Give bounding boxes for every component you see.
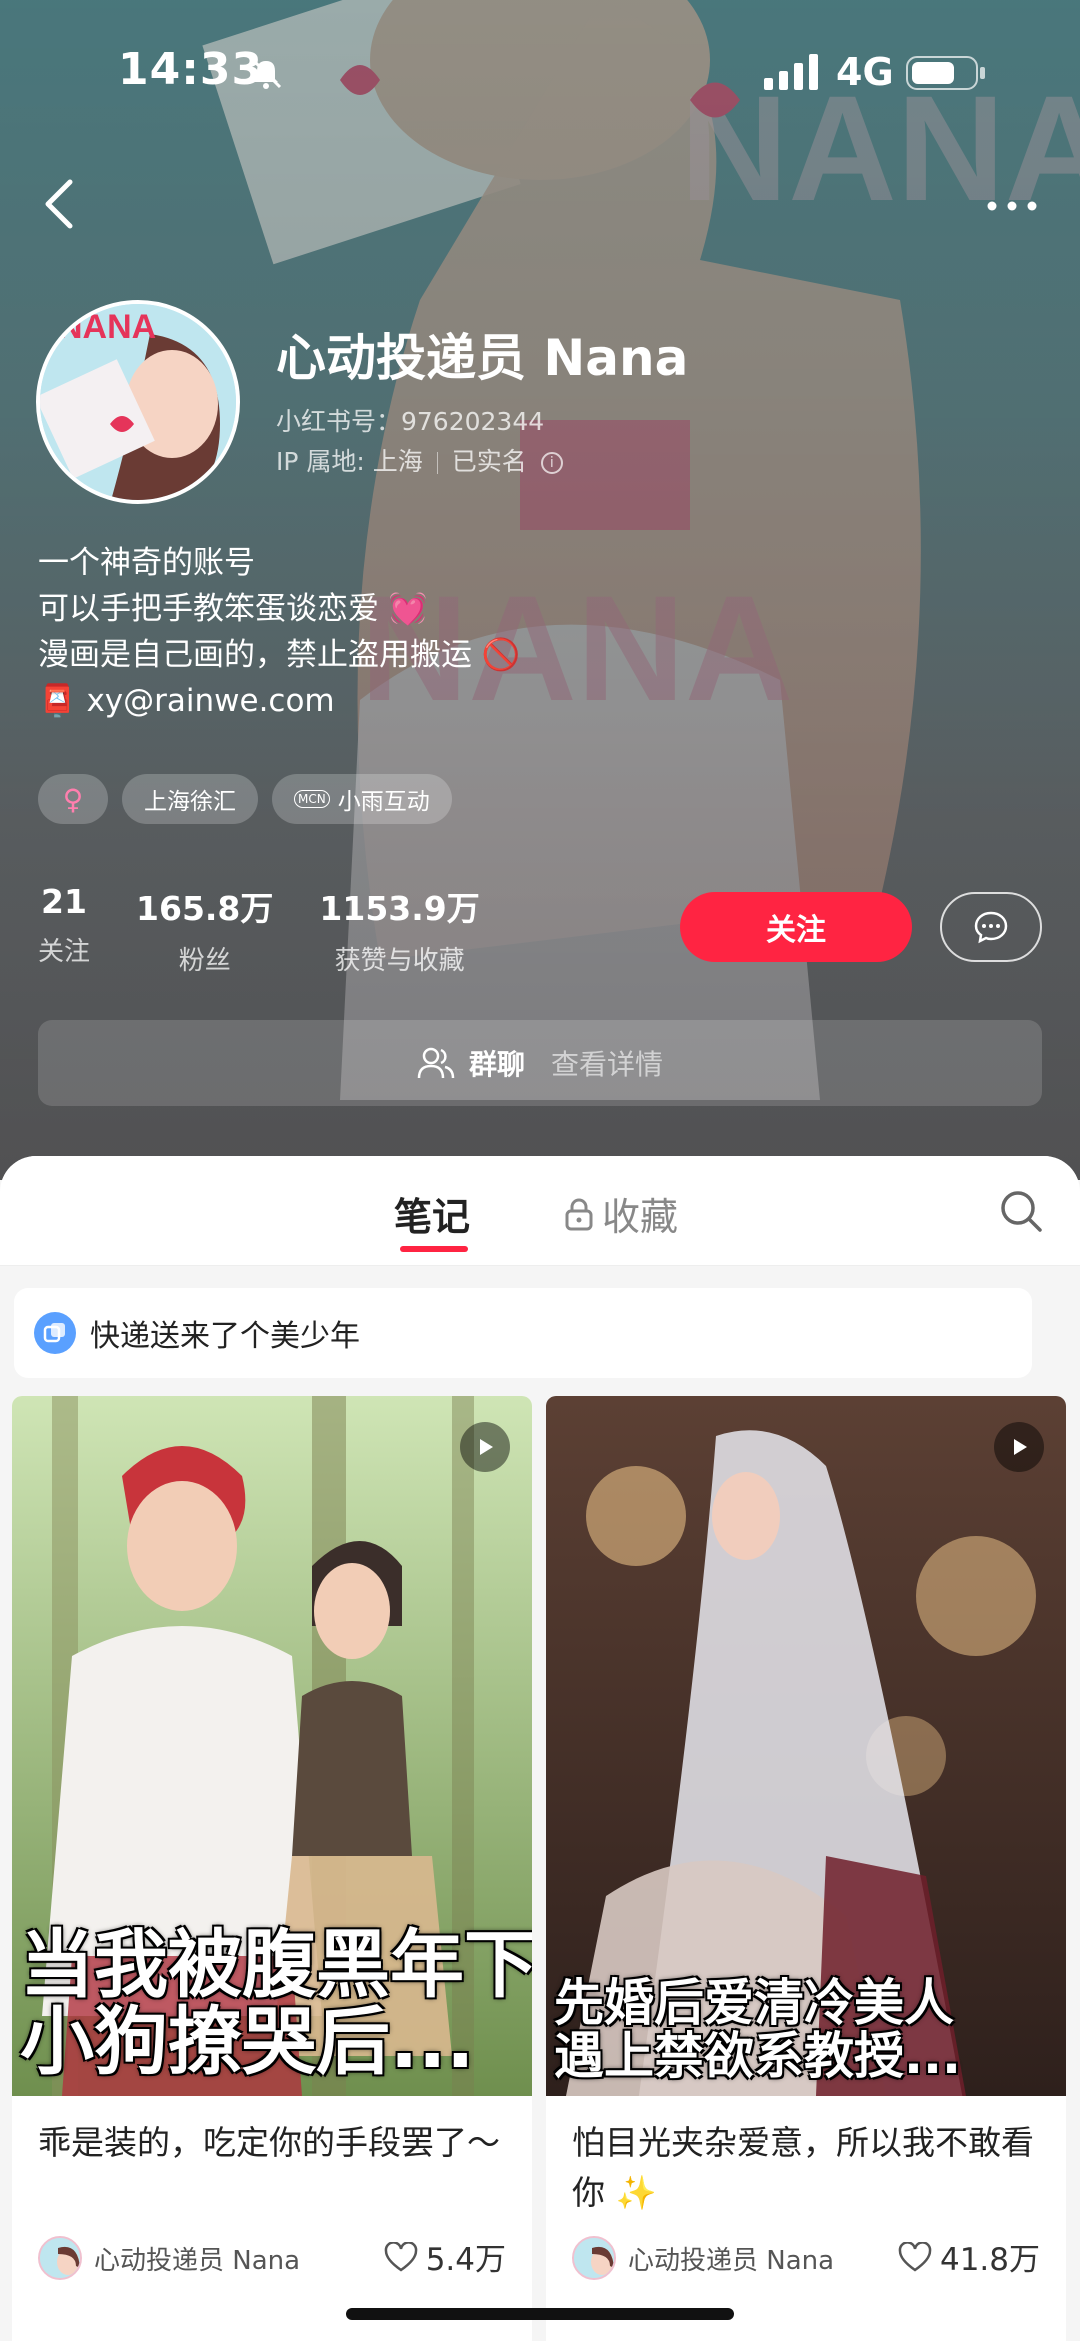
active-tab-indicator	[400, 1246, 468, 1252]
mcn-icon: MCN	[294, 790, 330, 808]
cover-caption: 当我被腹黑年下 小狗撩哭后...	[12, 1921, 532, 2096]
heart-icon	[384, 2241, 417, 2272]
avatar[interactable]: NANA	[36, 300, 240, 504]
stat-value: 21	[41, 882, 87, 921]
xhs-id: 小红书号：976202344	[276, 407, 545, 436]
group-users-icon	[417, 1047, 455, 1079]
note-title: 怕目光夹杂爱意，所以我不敢看你 ✨	[572, 2123, 1034, 2212]
profile-header: NANA NANA 14:33 4G	[0, 0, 1080, 1180]
like-count: 41.8万	[939, 2242, 1040, 2278]
group-chat-more: 查看详情	[551, 1048, 664, 1081]
stat-likes-collections[interactable]: 1153.9万 获赞与收藏	[319, 882, 479, 977]
note-card[interactable]: 先婚后爱清冷美人 遇上禁欲系教授... 怕目光夹杂爱意，所以我不敢看你 ✨ 心动…	[546, 1396, 1066, 2341]
author-avatar	[572, 2236, 616, 2280]
author-name: 心动投递员 Nana	[628, 2245, 835, 2276]
home-indicator[interactable]	[346, 2308, 734, 2320]
video-play-icon	[994, 1422, 1044, 1472]
location-tag: 上海徐汇	[122, 774, 258, 824]
author-avatar	[38, 2236, 82, 2280]
stat-value: 1153.9万	[319, 889, 480, 928]
like-button[interactable]: 41.8万	[898, 2234, 1040, 2279]
stat-label: 获赞与收藏	[334, 946, 465, 976]
location-tag-label: 上海徐汇	[144, 789, 236, 815]
search-icon[interactable]	[998, 1188, 1044, 1234]
note-author[interactable]: 心动投递员 Nana	[572, 2236, 834, 2280]
author-name: 心动投递员 Nana	[94, 2245, 301, 2276]
divider	[436, 452, 438, 474]
heart-icon	[898, 2241, 932, 2272]
avatar-art-icon: NANA	[40, 304, 236, 500]
bio-line: 一个神奇的账号	[38, 545, 255, 581]
tabs-bar: 笔记 收藏	[0, 1156, 1080, 1266]
tab-favorites[interactable]: 收藏	[564, 1186, 678, 1241]
cover-caption-line: 遇上禁欲系教授...	[554, 2026, 961, 2085]
mcn-tag-label: 小雨互动	[337, 789, 430, 815]
cover-caption-line: 先婚后爱清冷美人	[554, 1974, 954, 2032]
note-title: 乖是装的，吃定你的手段罢了～	[38, 2123, 500, 2162]
chat-bubble-icon	[974, 911, 1008, 944]
follow-button[interactable]: 关注	[680, 892, 912, 962]
notes-panel: 笔记 收藏 快递送来了个美少年 当我被腹黑年下 小狗撩哭后... 乖是装的，吃定…	[0, 1156, 1080, 2341]
tab-notes[interactable]: 笔记	[394, 1186, 471, 1252]
bio-line: 📮 xy@rainwe.com	[38, 683, 335, 719]
cover-caption: 先婚后爱清冷美人 遇上禁欲系教授...	[546, 1971, 1066, 2096]
stat-value: 165.8万	[136, 889, 274, 928]
profile-name: 心动投递员 Nana	[276, 329, 689, 387]
collection-icon	[34, 1312, 76, 1354]
more-options-icon[interactable]	[986, 198, 1038, 214]
profile-stats: 21 关注 165.8万 粉丝 1153.9万 获赞与收藏	[38, 882, 480, 977]
ip-row: IP 属地: 上海 已实名 i	[276, 442, 563, 482]
back-arrow-icon[interactable]	[40, 176, 80, 232]
stat-label: 粉丝	[178, 946, 231, 976]
cover-caption-line: 当我被腹黑年下	[20, 1921, 532, 2008]
tab-favorites-label: 收藏	[602, 1195, 679, 1239]
note-card[interactable]: 当我被腹黑年下 小狗撩哭后... 乖是装的，吃定你的手段罢了～ 心动投递员 Na…	[12, 1396, 532, 2341]
group-chat-bar[interactable]: 群聊 查看详情	[38, 1020, 1042, 1106]
note-cover[interactable]: 先婚后爱清冷美人 遇上禁欲系教授...	[546, 1396, 1066, 2096]
profile-bio: 一个神奇的账号 可以手把手教笨蛋谈恋爱 💓 漫画是自己画的，禁止盗用搬运 🚫 📮…	[38, 540, 520, 724]
stat-label: 关注	[38, 937, 91, 967]
info-icon[interactable]: i	[540, 452, 563, 474]
status-bar: 14:33 4G	[0, 0, 1080, 140]
status-time: 14:33	[118, 44, 264, 95]
profile-tags: ♀ 上海徐汇 MCN 小雨互动	[38, 774, 452, 824]
collection-title: 快递送来了个美少年	[90, 1319, 360, 1354]
note-cover[interactable]: 当我被腹黑年下 小狗撩哭后...	[12, 1396, 532, 2096]
video-play-icon	[460, 1422, 510, 1472]
like-count: 5.4万	[425, 2242, 506, 2278]
note-author[interactable]: 心动投递员 Nana	[38, 2236, 300, 2280]
muted-bell-icon	[250, 57, 282, 89]
verified-label: 已实名	[451, 447, 527, 476]
lock-icon	[565, 1198, 593, 1230]
bio-line: 漫画是自己画的，禁止盗用搬运 🚫	[38, 637, 521, 673]
stat-followers[interactable]: 165.8万 粉丝	[136, 882, 273, 977]
signal-icon	[764, 54, 818, 90]
like-button[interactable]: 5.4万	[384, 2234, 506, 2279]
collection-bar[interactable]: 快递送来了个美少年	[14, 1288, 1032, 1378]
gender-tag: ♀	[38, 774, 108, 824]
bio-line: 可以手把手教笨蛋谈恋爱 💓	[38, 591, 428, 627]
stat-following[interactable]: 21 关注	[38, 882, 90, 977]
battery-icon	[906, 56, 985, 90]
message-button[interactable]	[940, 892, 1042, 962]
profile-meta: 小红书号：976202344 IP 属地: 上海 已实名 i	[276, 402, 563, 482]
group-chat-label: 群聊	[468, 1048, 525, 1081]
network-type: 4G	[836, 50, 894, 94]
tab-notes-label: 笔记	[394, 1195, 471, 1239]
mcn-tag[interactable]: MCN 小雨互动	[272, 774, 452, 824]
ip-location: IP 属地: 上海	[276, 447, 423, 476]
cover-caption-line: 小狗撩哭后...	[20, 1999, 475, 2086]
